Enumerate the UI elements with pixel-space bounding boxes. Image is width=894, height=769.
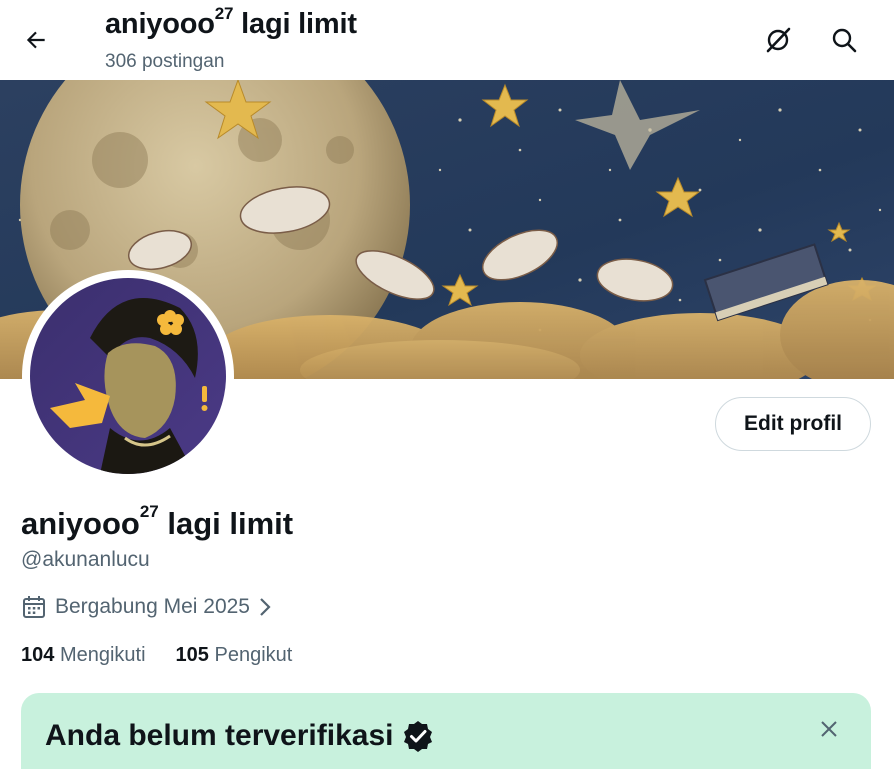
profile-avatar[interactable] — [22, 270, 234, 482]
joined-date-text: Bergabung Mei 2025 — [55, 595, 250, 618]
search-button[interactable] — [824, 20, 864, 60]
avatar-image — [30, 278, 226, 474]
joined-date-link[interactable]: Bergabung Mei 2025 — [21, 594, 276, 620]
arrow-left-icon — [26, 31, 45, 49]
page-title: aniyooo27 lagi limit — [105, 4, 357, 40]
following-count: 104 — [21, 644, 55, 666]
verified-badge-icon — [404, 721, 433, 752]
close-icon — [821, 721, 837, 737]
grok-icon — [766, 27, 791, 53]
following-link[interactable]: 104 Mengikuti — [21, 644, 146, 667]
post-count: 306 postingan — [105, 51, 225, 72]
verification-card: Anda belum terverifikasi — [21, 693, 871, 769]
following-label: Mengikuti — [59, 644, 146, 666]
search-icon — [832, 28, 857, 53]
calendar-icon — [23, 596, 45, 618]
followers-label: Pengikut — [214, 644, 293, 666]
grok-button[interactable] — [758, 20, 798, 60]
verification-title: Anda belum terverifikasi — [45, 719, 435, 753]
close-verification-button[interactable] — [815, 715, 843, 743]
profile-name: aniyooo27 lagi limit — [21, 502, 294, 541]
verification-title-text: Anda belum terverifikasi — [45, 719, 394, 752]
followers-count: 105 — [175, 644, 209, 666]
top-bar: aniyooo27 lagi limit 306 postingan — [0, 0, 894, 80]
back-button[interactable] — [16, 20, 56, 60]
profile-handle: @akunanlucu — [21, 548, 150, 571]
edit-profile-button[interactable]: Edit profil — [715, 397, 871, 451]
followers-link[interactable]: 105 Pengikut — [176, 644, 293, 667]
chevron-right-icon — [260, 598, 271, 616]
follow-stats: 104 Mengikuti 105 Pengikut — [21, 644, 292, 667]
